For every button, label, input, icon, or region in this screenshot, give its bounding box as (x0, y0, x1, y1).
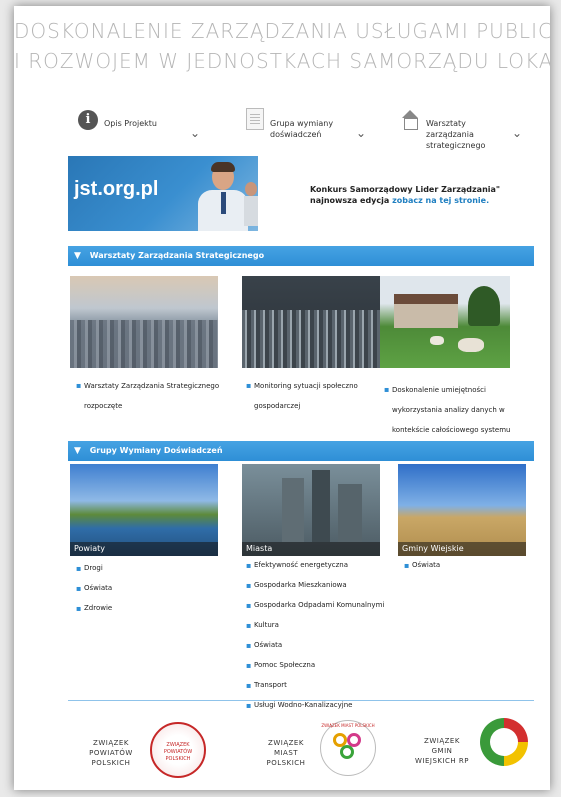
chevron-down-icon: ⌄ (356, 126, 367, 140)
list-item[interactable]: Monitoring sytuacji społeczno gospodarcz… (246, 376, 376, 416)
photo-powiaty[interactable]: Powiaty (70, 464, 218, 556)
photo-caption: Gminy Wiejskie (398, 542, 526, 556)
nav-label: Warsztaty zarządzania strategicznego (426, 119, 486, 150)
list-item[interactable]: Drogi (76, 564, 226, 573)
page-header: DOSKONALENIE ZARZĄDZANIA USŁUGAMI PUBLIC… (14, 16, 550, 76)
chevron-down-icon: ⌄ (190, 126, 201, 140)
logo-zwiazek-powiatow[interactable]: ZWIĄZEK POWIATÓW POLSKICH ZWIĄZEK POWIAT… (76, 716, 216, 782)
photo-caption: Powiaty (70, 542, 218, 556)
photo-farm-sheep[interactable] (380, 276, 510, 368)
logo-zwiazek-miast[interactable]: ZWIĄZEK MIAST POLSKICH ZWIĄZEK MIAST POL… (254, 716, 384, 782)
logo-text: ZWIĄZEK GMIN WIEJSKICH RP (414, 737, 470, 765)
house-icon (400, 110, 420, 130)
page: DOSKONALENIE ZARZĄDZANIA USŁUGAMI PUBLIC… (14, 6, 550, 790)
list-item[interactable]: Pomoc Społeczna (246, 661, 396, 670)
section-title: Warsztaty Zarządzania Strategicznego (89, 251, 265, 260)
photo-caption: Miasta (242, 542, 380, 556)
section-header-warsztaty[interactable]: ▼ Warsztaty Zarządzania Strategicznego (68, 246, 534, 266)
document-icon (246, 108, 264, 130)
list-item[interactable]: Oświata (246, 641, 396, 650)
miasta-seal-icon: ZWIĄZEK MIAST POLSKICH (320, 720, 376, 776)
powiaty-seal-icon: ZWIĄZEK POWIATÓW POLSKICH (150, 722, 206, 778)
promo-text: Konkurs Samorządowy Lider Zarządzania" n… (310, 184, 540, 206)
photo-city-panorama[interactable] (70, 276, 218, 368)
logo-text: ZWIĄZEK POWIATÓW POLSKICH (89, 739, 133, 767)
section2-list-miasta: Efektywność energetyczna Gospodarka Mies… (246, 561, 396, 721)
list-item[interactable]: Usługi Wodno-Kanalizacyjne (246, 701, 396, 710)
chevron-down-icon: ▼ (74, 251, 81, 261)
section-header-grupy[interactable]: ▼ Grupy Wymiany Doświadczeń (68, 441, 534, 461)
top-nav: i Opis Projektu ⌄ Grupa wymiany doświadc… (78, 106, 538, 162)
photo-gminy-wiejskie[interactable]: Gminy Wiejskie (398, 464, 526, 556)
nav-item-grupa-wymiany[interactable]: Grupa wymiany doświadczeń ⌄ (246, 106, 366, 156)
banner-brand: jst.org.pl (74, 178, 159, 200)
nav-item-warsztaty[interactable]: Warsztaty zarządzania strategicznego ⌄ (400, 106, 522, 156)
chevron-down-icon: ▼ (74, 446, 81, 456)
section1-list-col1: Warsztaty Zarządzania Strategicznego roz… (76, 376, 226, 427)
photo-miasta[interactable]: Miasta (242, 464, 380, 556)
list-item[interactable]: Transport (246, 681, 396, 690)
list-item[interactable]: Kultura (246, 621, 396, 630)
nav-label: Opis Projektu (104, 119, 157, 128)
nav-label: Grupa wymiany doświadczeń (270, 119, 334, 139)
section-title: Grupy Wymiany Doświadczeń (89, 446, 223, 455)
list-item[interactable]: Oświata (76, 584, 226, 593)
list-item[interactable]: Zdrowie (76, 604, 226, 613)
logo-text: ZWIĄZEK MIAST POLSKICH (266, 739, 306, 767)
list-item[interactable]: Warsztaty Zarządzania Strategicznego roz… (76, 376, 226, 416)
colleague-image (244, 182, 258, 226)
section2-list-powiaty: Drogi Oświata Zdrowie (76, 564, 226, 624)
chevron-down-icon: ⌄ (512, 126, 523, 140)
header-line-2: I ROZWOJEM W JEDNOSTKACH SAMORZĄDU LOKAL… (14, 49, 550, 73)
businessman-image (198, 162, 248, 231)
header-line-1: DOSKONALENIE ZARZĄDZANIA USŁUGAMI PUBLIC… (14, 19, 550, 43)
list-item[interactable]: Gospodarka Odpadami Komunalnymi (246, 601, 396, 610)
gminy-seal-icon (480, 718, 528, 766)
jst-banner[interactable]: jst.org.pl (68, 156, 258, 231)
photo-city-night[interactable] (242, 276, 380, 368)
section2-list-gminy: Oświata (404, 561, 524, 581)
list-item[interactable]: Gospodarka Mieszkaniowa (246, 581, 396, 590)
nav-item-opis-projektu[interactable]: i Opis Projektu ⌄ (78, 106, 200, 156)
info-icon: i (78, 110, 98, 130)
promo-link[interactable]: zobacz na tej stronie. (392, 196, 489, 205)
list-item[interactable]: Oświata (404, 561, 524, 570)
list-item[interactable]: Efektywność energetyczna (246, 561, 396, 570)
logo-zwiazek-gmin[interactable]: ZWIĄZEK GMIN WIEJSKICH RP (406, 716, 536, 782)
section1-list-col2: Monitoring sytuacji społeczno gospodarcz… (246, 376, 376, 427)
footer-divider (68, 700, 534, 701)
